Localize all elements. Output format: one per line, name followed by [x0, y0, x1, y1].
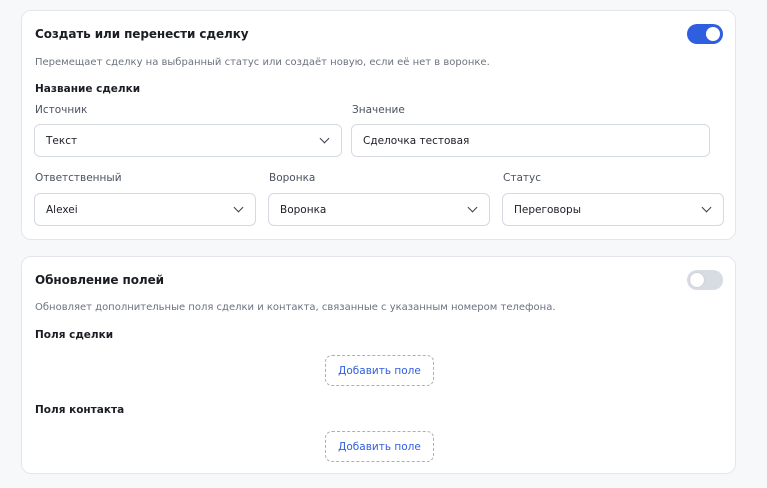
deal-fields-label: Поля сделки [35, 329, 114, 341]
source-value: Текст [46, 134, 78, 147]
pipeline-select[interactable]: Воронка [268, 193, 490, 226]
deal-name-section-label: Название сделки [35, 83, 141, 95]
responsible-label: Ответственный [35, 172, 122, 184]
add-deal-field-button[interactable]: Добавить поле [325, 355, 434, 386]
status-label: Статус [503, 172, 541, 184]
add-contact-field-button[interactable]: Добавить поле [325, 431, 434, 462]
responsible-select[interactable]: Alexei [34, 193, 256, 226]
create-deal-card: Создать или перенести сделку Перемещает … [21, 10, 736, 240]
responsible-value: Alexei [46, 203, 78, 216]
value-input[interactable]: Сделочка тестовая [351, 124, 710, 157]
source-label: Источник [35, 104, 88, 116]
pipeline-label: Воронка [269, 172, 316, 184]
value-label: Значение [352, 104, 405, 116]
update-fields-card: Обновление полей Обновляет дополнительны… [21, 256, 736, 474]
status-select[interactable]: Переговоры [502, 193, 724, 226]
chevron-down-icon [233, 202, 244, 213]
chevron-down-icon [319, 133, 330, 144]
create-deal-description: Перемещает сделку на выбранный статус ил… [35, 57, 490, 68]
update-fields-description: Обновляет дополнительные поля сделки и к… [35, 302, 556, 313]
update-fields-title: Обновление полей [35, 273, 164, 287]
create-deal-toggle[interactable] [687, 24, 723, 44]
chevron-down-icon [467, 202, 478, 213]
update-fields-toggle[interactable] [687, 270, 723, 290]
contact-fields-label: Поля контакта [35, 404, 125, 416]
status-value: Переговоры [514, 203, 581, 216]
create-deal-title: Создать или перенести сделку [35, 27, 249, 41]
source-select[interactable]: Текст [34, 124, 342, 157]
toggle-knob [706, 27, 720, 41]
value-input-text: Сделочка тестовая [363, 134, 470, 147]
chevron-down-icon [701, 202, 712, 213]
toggle-knob [690, 273, 704, 287]
pipeline-value: Воронка [280, 203, 327, 216]
